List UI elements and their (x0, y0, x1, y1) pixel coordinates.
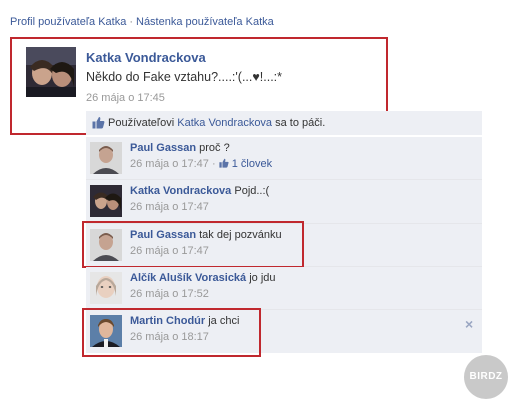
comment-author-name[interactable]: Alčík Alušík Vorasická (130, 272, 246, 284)
comment-timestamp[interactable]: 26 mája o 17:47 (130, 201, 209, 213)
comment-author-avatar[interactable] (90, 142, 122, 174)
likes-suffix: sa to páči. (275, 117, 326, 129)
thumbs-up-icon[interactable] (92, 116, 105, 129)
breadcrumb-wall-link[interactable]: Nástenka používateľa Katka (136, 16, 274, 28)
comment-author-name[interactable]: Paul Gassan (130, 142, 196, 154)
likes-user-link[interactable]: Katka Vondrackova (177, 117, 272, 129)
comment-item: Alčík Alušík Vorasická jo jdu 26 mája o … (86, 267, 482, 309)
breadcrumb-profile-link[interactable]: Profil používateľa Katka (10, 16, 126, 28)
comment-item: Katka Vondrackova Pojd..:( 26 mája o 17:… (86, 180, 482, 223)
comment-text: Pojd..:( (234, 185, 270, 197)
comment-author-name[interactable]: Katka Vondrackova (130, 185, 231, 197)
watermark-logo: BIRDZ (464, 355, 508, 399)
close-icon[interactable]: × (465, 316, 473, 332)
comment-like-count-label: 1 človek (231, 158, 273, 170)
likes-prefix: Používateľovi (108, 117, 175, 129)
comment-timestamp[interactable]: 26 mája o 17:47 (130, 158, 209, 170)
likes-text: Používateľovi Katka Vondrackova sa to pá… (108, 117, 325, 129)
thumbs-up-icon (219, 158, 229, 168)
comment-item: Paul Gassan proč ? 26 mája o 17:47 · 1 č… (86, 137, 482, 179)
comment-author-avatar[interactable] (90, 185, 122, 217)
breadcrumb: Profil používateľa Katka · Nástenka použív… (10, 16, 274, 28)
comment-author-avatar[interactable] (90, 272, 122, 304)
comment-text: proč ? (199, 142, 230, 154)
highlight-box-comment (82, 308, 261, 357)
highlight-box-comment (82, 221, 304, 268)
comment-timestamp[interactable]: 26 mája o 17:52 (130, 288, 209, 300)
comment-like-count[interactable]: 1 človek (219, 158, 272, 170)
likes-bar: Používateľovi Katka Vondrackova sa to pá… (86, 111, 482, 135)
comment-text: jo jdu (249, 272, 276, 284)
breadcrumb-separator: · (129, 16, 133, 28)
comment-separator: · (211, 158, 216, 170)
